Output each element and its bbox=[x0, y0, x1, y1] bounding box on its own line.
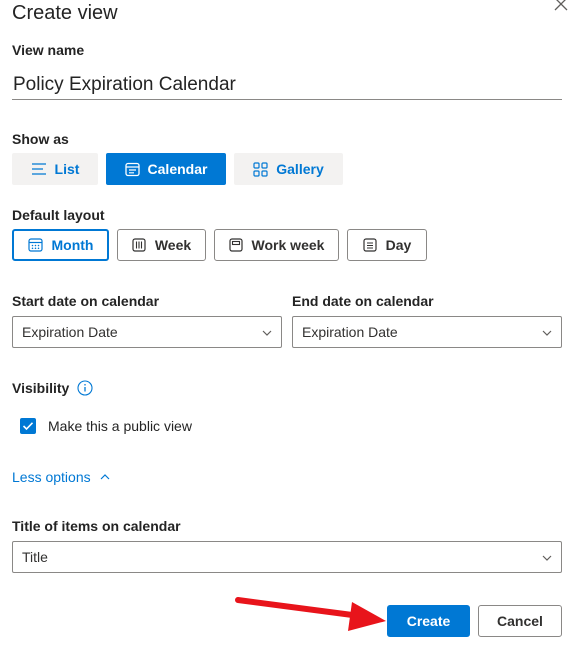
show-as-calendar-label: Calendar bbox=[147, 161, 208, 177]
title-items-dropdown[interactable]: Title bbox=[12, 541, 562, 573]
show-as-label: Show as bbox=[12, 131, 69, 147]
show-as-gallery-label: Gallery bbox=[276, 161, 324, 177]
view-name-input[interactable]: Policy Expiration Calendar bbox=[12, 66, 562, 100]
layout-month-button[interactable]: Month bbox=[12, 229, 109, 261]
public-view-label[interactable]: Make this a public view bbox=[48, 418, 192, 434]
layout-week-button[interactable]: Week bbox=[117, 229, 206, 261]
month-icon bbox=[27, 238, 43, 252]
end-date-label: End date on calendar bbox=[292, 293, 434, 309]
end-date-value: Expiration Date bbox=[302, 324, 398, 340]
show-as-gallery-button[interactable]: Gallery bbox=[234, 153, 343, 185]
visibility-label: Visibility bbox=[12, 380, 70, 396]
title-items-label: Title of items on calendar bbox=[12, 518, 181, 534]
layout-week-label: Week bbox=[154, 237, 192, 253]
cancel-button[interactable]: Cancel bbox=[478, 605, 562, 637]
gallery-icon bbox=[253, 161, 268, 177]
less-options-link[interactable]: Less options bbox=[12, 469, 111, 485]
start-date-dropdown[interactable]: Expiration Date bbox=[12, 316, 282, 348]
layout-day-label: Day bbox=[385, 237, 412, 253]
close-icon[interactable] bbox=[551, 0, 571, 14]
day-icon bbox=[363, 238, 377, 252]
layout-work-week-label: Work week bbox=[251, 237, 325, 253]
info-icon[interactable] bbox=[77, 380, 93, 396]
start-date-value: Expiration Date bbox=[22, 324, 118, 340]
chevron-down-icon bbox=[542, 330, 552, 336]
start-date-label: Start date on calendar bbox=[12, 293, 160, 309]
default-layout-label: Default layout bbox=[12, 207, 105, 223]
chevron-up-icon bbox=[100, 474, 110, 480]
layout-month-label: Month bbox=[51, 237, 94, 253]
chevron-down-icon bbox=[542, 555, 552, 561]
show-as-list-button[interactable]: List bbox=[12, 153, 98, 185]
chevron-down-icon bbox=[262, 330, 272, 336]
view-name-label: View name bbox=[12, 42, 85, 58]
show-as-list-label: List bbox=[54, 161, 80, 177]
public-view-checkbox[interactable] bbox=[20, 418, 36, 434]
annotation-arrow-icon bbox=[235, 597, 386, 631]
week-icon bbox=[132, 238, 146, 252]
checkmark-icon bbox=[22, 422, 34, 431]
less-options-label: Less options bbox=[12, 469, 91, 485]
show-as-calendar-button[interactable]: Calendar bbox=[106, 153, 226, 185]
list-icon bbox=[31, 163, 46, 175]
dialog-title: Create view bbox=[12, 2, 118, 24]
calendar-icon bbox=[124, 162, 140, 176]
title-items-value: Title bbox=[22, 549, 48, 565]
layout-work-week-button[interactable]: Work week bbox=[214, 229, 339, 261]
layout-day-button[interactable]: Day bbox=[347, 229, 427, 261]
create-button[interactable]: Create bbox=[387, 605, 470, 637]
end-date-dropdown[interactable]: Expiration Date bbox=[292, 316, 562, 348]
work-week-icon bbox=[228, 238, 243, 252]
